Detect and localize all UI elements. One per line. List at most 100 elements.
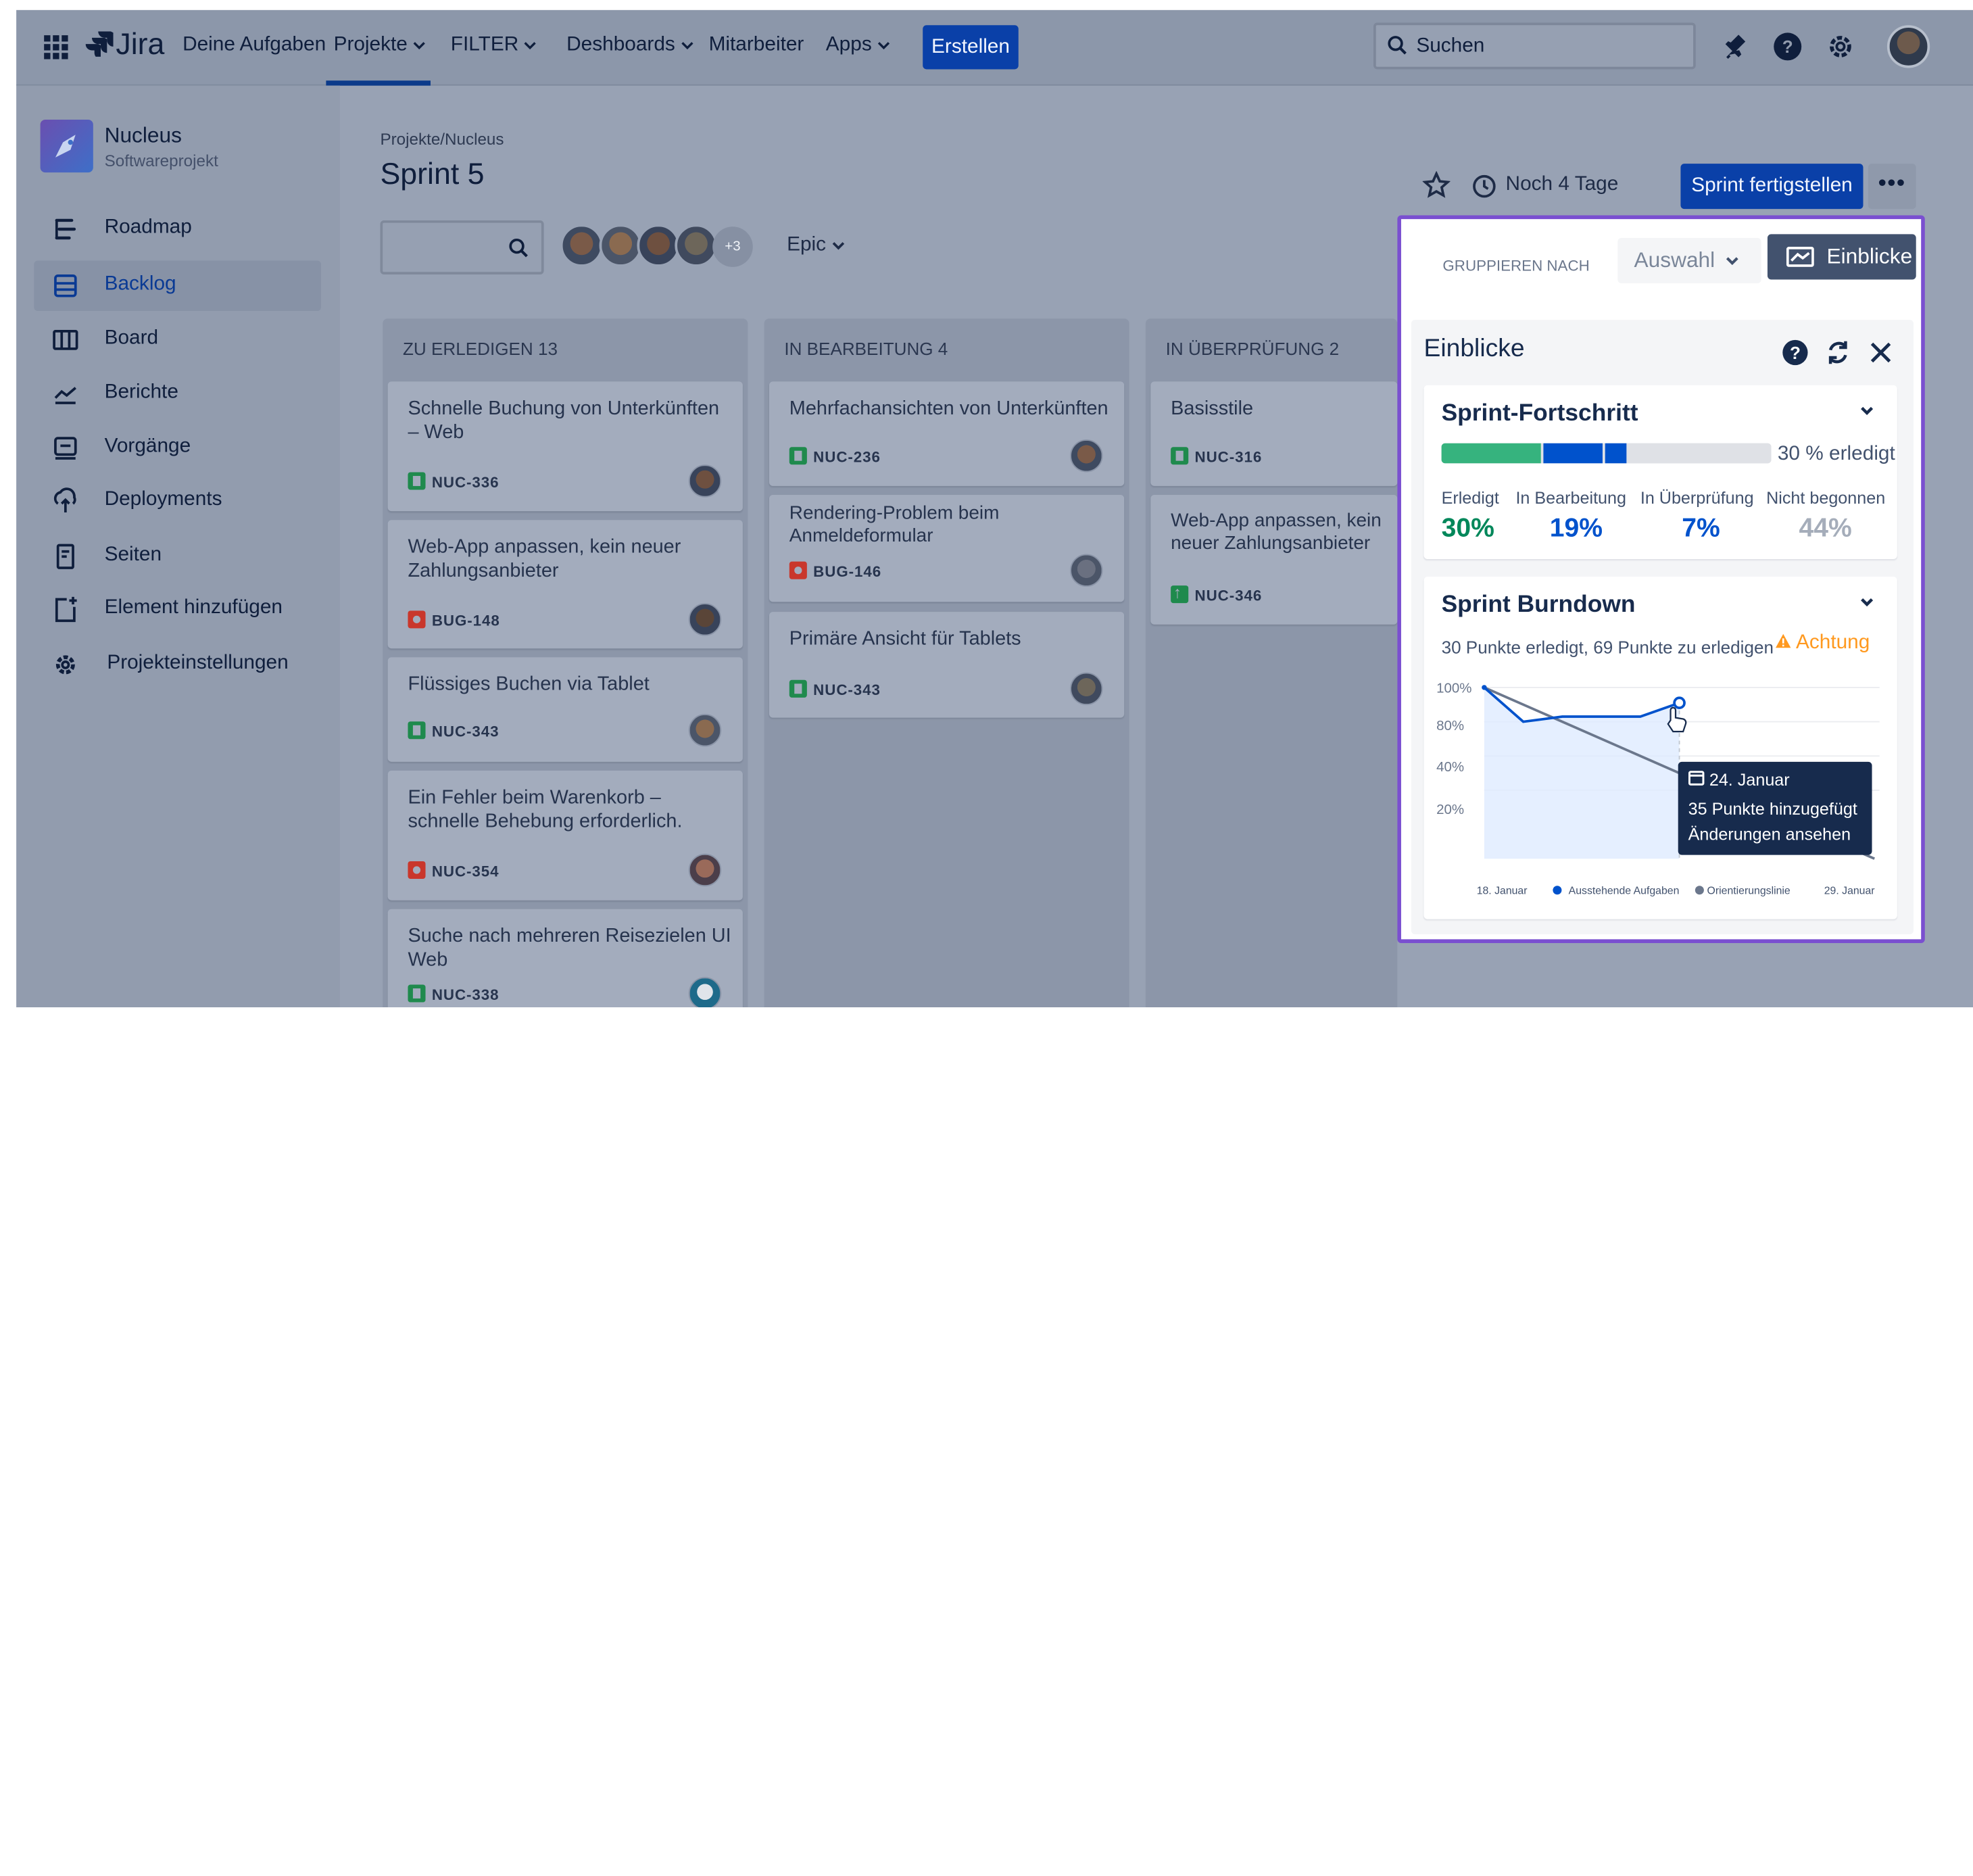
issue-key-text: NUC-236 <box>813 448 881 466</box>
sidebar-item-reports[interactable]: Berichte <box>34 369 321 420</box>
assignee-avatar[interactable] <box>1070 439 1103 473</box>
chevron-down-icon[interactable] <box>1859 406 1874 417</box>
search-icon <box>509 238 528 258</box>
issue-card[interactable]: Basisstile NUC-316 <box>1150 381 1398 486</box>
backlog-icon <box>54 274 77 297</box>
avatar[interactable] <box>560 224 604 267</box>
search-input[interactable]: Suchen <box>1373 22 1696 70</box>
issue-title: Web-App anpassen, kein neuer Zahlungsanb… <box>1171 510 1382 554</box>
issue-title: Ein Fehler beim Warenkorb – schnelle Beh… <box>408 787 683 833</box>
column-header: IN BEARBEITUNG 4 <box>784 339 948 359</box>
sidebar-item-project-settings[interactable]: Projekteinstellungen <box>34 640 321 690</box>
issue-key: NUC-354 <box>408 861 499 880</box>
issue-card[interactable]: Suche nach mehreren Reisezielen UI Web N… <box>387 909 743 1007</box>
assignee-avatar[interactable] <box>688 714 722 747</box>
more-actions-button[interactable]: ••• <box>1868 164 1916 210</box>
issue-key-text: NUC-354 <box>431 862 500 880</box>
project-type: Softwareprojekt <box>104 151 218 170</box>
chevron-down-icon[interactable] <box>1859 597 1874 608</box>
sidebar-item-add-element[interactable]: Element hinzufügen <box>34 584 321 635</box>
more-avatars-badge[interactable]: +3 <box>712 226 753 267</box>
issue-title: Primäre Ansicht für Tablets <box>789 628 1021 650</box>
assignee-avatar[interactable] <box>688 853 722 887</box>
bug-icon <box>408 610 426 629</box>
user-avatar[interactable] <box>1886 25 1930 68</box>
warning-icon <box>1776 633 1791 648</box>
app-switcher-icon[interactable] <box>44 35 69 60</box>
issue-key: NUC-236 <box>789 447 881 466</box>
warning-label: Achtung <box>1795 631 1870 654</box>
avatar[interactable] <box>675 224 718 267</box>
issue-card[interactable]: Rendering-Problem beim Anmeldeformular B… <box>769 494 1125 602</box>
board-column-in-review: IN ÜBERPRÜFUNG 2 Basisstile NUC-316 Web-… <box>1145 318 1398 1007</box>
settings-gear-icon[interactable] <box>1822 28 1859 66</box>
complete-sprint-button[interactable]: Sprint fertigstellen <box>1680 164 1864 210</box>
y-tick-label: 100% <box>1436 680 1471 696</box>
nav-projects-label: Projekte <box>333 34 408 55</box>
nav-filters[interactable]: FILTER <box>451 34 537 57</box>
y-tick-label: 40% <box>1436 759 1464 775</box>
stat-value-in-review: 7% <box>1682 513 1720 543</box>
assignee-avatar[interactable] <box>688 603 722 636</box>
stat-value-not-started: 44% <box>1799 513 1852 543</box>
issue-key: NUC-343 <box>789 679 881 699</box>
refresh-icon[interactable] <box>1823 337 1853 368</box>
help-icon[interactable]: ? <box>1780 337 1811 368</box>
insights-toggle-button[interactable]: Einblicke <box>1767 234 1916 280</box>
close-icon[interactable] <box>1866 337 1896 368</box>
jira-logo[interactable]: Jira <box>85 28 164 63</box>
avatar[interactable] <box>637 224 680 267</box>
bug-icon <box>789 561 807 579</box>
add-page-icon <box>55 596 77 623</box>
sidebar-item-issues[interactable]: Vorgänge <box>34 423 321 474</box>
help-icon[interactable]: ? <box>1769 28 1807 66</box>
issue-card[interactable]: Ein Fehler beim Warenkorb – schnelle Beh… <box>387 770 743 900</box>
notifications-icon[interactable] <box>1720 28 1757 66</box>
sidebar-item-pages[interactable]: Seiten <box>34 531 321 582</box>
nav-apps[interactable]: Apps <box>826 34 890 57</box>
burndown-title: Sprint Burndown <box>1441 592 1636 619</box>
sidebar-item-backlog[interactable]: Backlog <box>34 260 321 312</box>
group-by-select[interactable]: Auswahl <box>1617 238 1761 284</box>
star-icon[interactable] <box>1422 171 1451 199</box>
calendar-icon <box>1688 771 1705 786</box>
sidebar-item-label: Roadmap <box>104 216 192 239</box>
nav-people[interactable]: Mitarbeiter <box>709 34 804 57</box>
assignee-avatar[interactable] <box>1070 672 1103 705</box>
avatar[interactable] <box>599 224 642 267</box>
issue-key-text: NUC-343 <box>813 681 881 699</box>
roadmap-icon <box>55 218 76 240</box>
nav-dashboards[interactable]: Deshboards <box>566 34 693 57</box>
y-tick-label: 80% <box>1436 718 1464 733</box>
sidebar-item-label: Seiten <box>104 544 162 566</box>
chevron-down-icon <box>525 42 537 50</box>
issue-title: Basisstile <box>1171 398 1254 420</box>
issue-card[interactable]: Mehrfachansichten von Unterkünften NUC-2… <box>769 381 1125 486</box>
assignee-avatar[interactable] <box>1070 554 1103 587</box>
issue-card[interactable]: Web-App anpassen, kein neuer Zahlungsanb… <box>1150 494 1398 625</box>
rocket-icon <box>55 135 76 158</box>
tooltip-points-added: 35 Punkte hinzugefügt <box>1688 799 1857 819</box>
issue-card[interactable]: Flüssiges Buchen via Tablet NUC-343 <box>387 657 743 762</box>
issue-card[interactable]: Primäre Ansicht für Tablets NUC-343 <box>769 612 1125 718</box>
app-frame: Jira Deine Aufgaben Projekte FILTER Desh… <box>0 0 1973 1007</box>
nav-your-work[interactable]: Deine Aufgaben <box>182 34 326 57</box>
assignee-avatar[interactable] <box>688 464 722 498</box>
issue-card[interactable]: Web-App anpassen, kein neuer Zahlungsanb… <box>387 520 743 649</box>
sidebar-item-board[interactable]: Board <box>34 315 321 366</box>
create-button[interactable]: Erstellen <box>923 25 1019 70</box>
board-search-input[interactable] <box>380 220 544 275</box>
breadcrumb[interactable]: Projekte/Nucleus <box>380 130 504 149</box>
sidebar-item-roadmap[interactable]: Roadmap <box>34 204 321 254</box>
story-icon <box>789 447 807 465</box>
tooltip-view-changes-link[interactable]: Änderungen ansehen <box>1688 825 1851 844</box>
sidebar-item-deployments[interactable]: Deployments <box>34 476 321 527</box>
issue-key-text: NUC-346 <box>1194 586 1263 604</box>
assignee-avatar[interactable] <box>688 977 722 1007</box>
progress-segment <box>1628 443 1772 464</box>
issue-card[interactable]: Schnelle Buchung von Unterkünften – Web … <box>387 381 743 512</box>
epic-filter-dropdown[interactable]: Epic <box>787 234 844 257</box>
warning-link[interactable]: Achtung <box>1775 632 1870 655</box>
nav-projects[interactable]: Projekte <box>334 34 426 57</box>
stat-label-in-review: In Überprüfung <box>1640 488 1754 508</box>
